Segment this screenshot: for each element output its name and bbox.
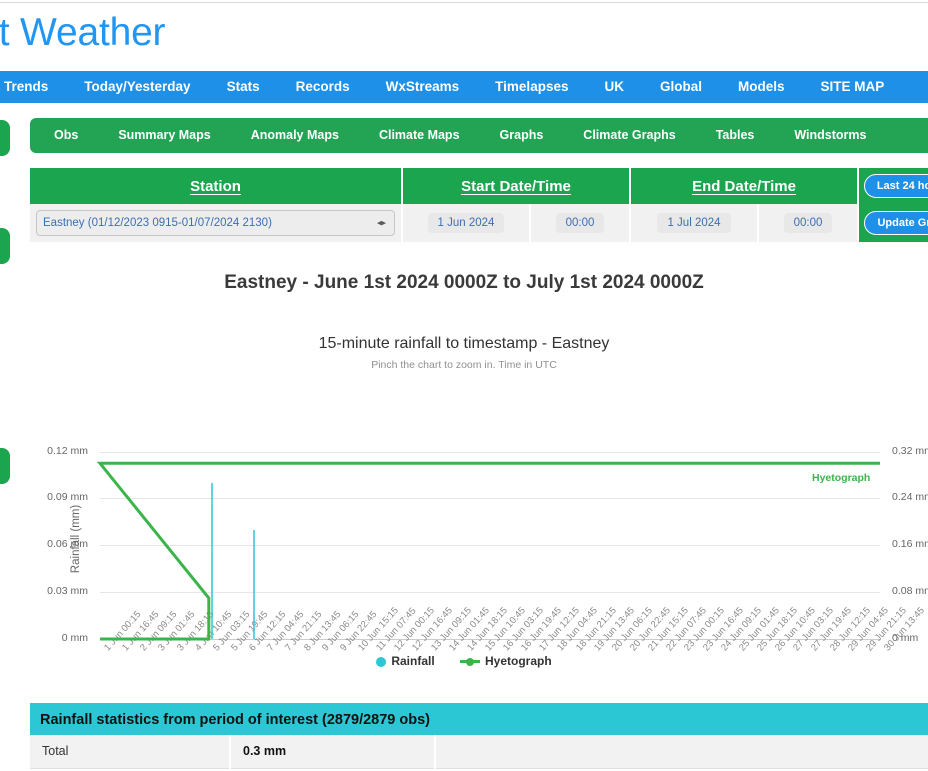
nav-item-graphs[interactable]: Graphs	[480, 118, 564, 153]
y-axis-tick-right: 0.16 mm	[892, 538, 928, 551]
end-date-cell: 1 Jul 2024	[629, 204, 760, 242]
page-title: Eastney - June 1st 2024 0000Z to July 1s…	[224, 272, 704, 293]
start-date-cell: 1 Jun 2024	[401, 204, 531, 242]
stat-extra-total	[435, 735, 928, 769]
nav-item-uk[interactable]: UK	[586, 71, 642, 103]
rainfall-bar	[210, 482, 213, 639]
start-date-input[interactable]: 1 Jun 2024	[427, 213, 505, 233]
nav-item-wxstreams[interactable]: WxStreams	[368, 71, 478, 103]
page-root: ost Weather Trends Today/Yesterday Stats…	[0, 0, 928, 771]
stat-value-total: 0.3 mm	[230, 735, 436, 769]
side-tab-top[interactable]	[0, 120, 10, 156]
gridline	[100, 498, 880, 500]
header-end-label: End Date/Time	[692, 177, 796, 195]
nav-item-records[interactable]: Records	[278, 71, 368, 103]
controls-header-row: Station Start Date/Time End Date/Time La…	[30, 168, 928, 204]
nav-item-obs[interactable]: Obs	[30, 118, 98, 153]
header-start-label: Start Date/Time	[461, 177, 571, 195]
y-axis-tick-right: 0.24 mm	[892, 491, 928, 504]
nav-item-climate-graphs[interactable]: Climate Graphs	[563, 118, 695, 153]
header-start-datetime: Start Date/Time	[400, 168, 632, 204]
nav-item-today-yesterday[interactable]: Today/Yesterday	[66, 71, 208, 103]
header-end-datetime: End Date/Time	[629, 168, 860, 204]
y-axis-tick-right: 0.08 mm	[892, 585, 928, 598]
top-divider	[0, 2, 928, 3]
legend-label-hyetograph: Hyetograph	[485, 654, 552, 668]
nav-item-global[interactable]: Global	[642, 71, 720, 103]
rainfall-chart: 15-minute rainfall to timestamp - Eastne…	[0, 328, 928, 688]
stat-label-total: Total	[30, 735, 231, 769]
y-axis-tick-right: 0.32 mm	[892, 444, 928, 457]
station-cell: Eastney (01/12/2023 0915-01/07/2024 2130…	[30, 204, 403, 242]
secondary-navigation: Obs Summary Maps Anomaly Maps Climate Ma…	[30, 118, 928, 153]
hyetograph-marker-icon	[460, 657, 480, 666]
gridline	[100, 592, 880, 594]
chart-title: 15-minute rainfall to timestamp - Eastne…	[318, 335, 610, 352]
controls-value-row: Eastney (01/12/2023 0915-01/07/2024 2130…	[30, 204, 928, 242]
chart-legend: Rainfall Hyetograph	[0, 654, 928, 668]
y-axis-tick-left: 0 mm	[61, 632, 88, 644]
nav-item-climate-maps[interactable]: Climate Maps	[359, 118, 480, 153]
statistics-table: Total 0.3 mm	[30, 735, 928, 769]
nav-item-timelapses[interactable]: Timelapses	[477, 71, 586, 103]
last-24-hours-button[interactable]: Last 24 ho	[863, 174, 928, 198]
chart-subtitle: Pinch the chart to zoom in. Time in UTC	[371, 359, 557, 371]
query-controls-table: Station Start Date/Time End Date/Time La…	[30, 168, 928, 242]
y-axis-tick-left: 0.12 mm	[47, 444, 88, 457]
nav-item-windstorms[interactable]: Windstorms	[774, 118, 886, 153]
legend-item-rainfall[interactable]: Rainfall	[376, 654, 435, 668]
y-axis-tick-left: 0.06 mm	[47, 538, 88, 551]
nav-item-tables[interactable]: Tables	[696, 118, 775, 153]
nav-item-summary-maps[interactable]: Summary Maps	[98, 118, 230, 153]
end-date-input[interactable]: 1 Jul 2024	[657, 213, 731, 233]
table-row: Total 0.3 mm	[30, 735, 928, 769]
end-time-input[interactable]: 00:00	[783, 213, 833, 233]
header-station-label: Station	[190, 177, 241, 195]
start-time-cell: 00:00	[528, 204, 632, 242]
rainfall-marker-icon	[376, 656, 387, 667]
side-tab-middle[interactable]	[0, 228, 10, 264]
update-graph-cell: Update Gr	[857, 204, 928, 242]
rainfall-statistics: Rainfall statistics from period of inter…	[30, 703, 928, 769]
header-station: Station	[30, 168, 403, 204]
y-axis-tick-left: 0.03 mm	[47, 585, 88, 598]
site-title: ost Weather	[0, 11, 166, 54]
nav-item-site-map[interactable]: SITE MAP	[803, 71, 903, 103]
y-axis-tick-left: 0.09 mm	[47, 491, 88, 504]
update-graph-button[interactable]: Update Gr	[864, 211, 928, 235]
station-select[interactable]: Eastney (01/12/2023 0915-01/07/2024 2130…	[36, 210, 395, 236]
legend-label-rainfall: Rainfall	[391, 654, 435, 668]
nav-item-stats[interactable]: Stats	[209, 71, 278, 103]
legend-item-hyetograph[interactable]: Hyetograph	[460, 654, 552, 668]
nav-item-anomaly-maps[interactable]: Anomaly Maps	[231, 118, 359, 153]
rainfall-bar	[252, 529, 255, 639]
end-time-cell: 00:00	[757, 204, 860, 242]
hyetograph-series	[96, 461, 880, 641]
header-last24-cell: Last 24 ho	[857, 168, 928, 204]
primary-navigation: Trends Today/Yesterday Stats Records WxS…	[0, 71, 928, 103]
gridline	[100, 451, 880, 453]
gridline	[100, 545, 880, 547]
hyetograph-series-label: Hyetograph	[812, 472, 871, 485]
nav-item-models[interactable]: Models	[720, 71, 803, 103]
nav-item-trends[interactable]: Trends	[0, 71, 66, 103]
start-time-input[interactable]: 00:00	[555, 213, 605, 233]
statistics-header: Rainfall statistics from period of inter…	[30, 703, 928, 735]
station-select-wrap: Eastney (01/12/2023 0915-01/07/2024 2130…	[36, 210, 395, 236]
